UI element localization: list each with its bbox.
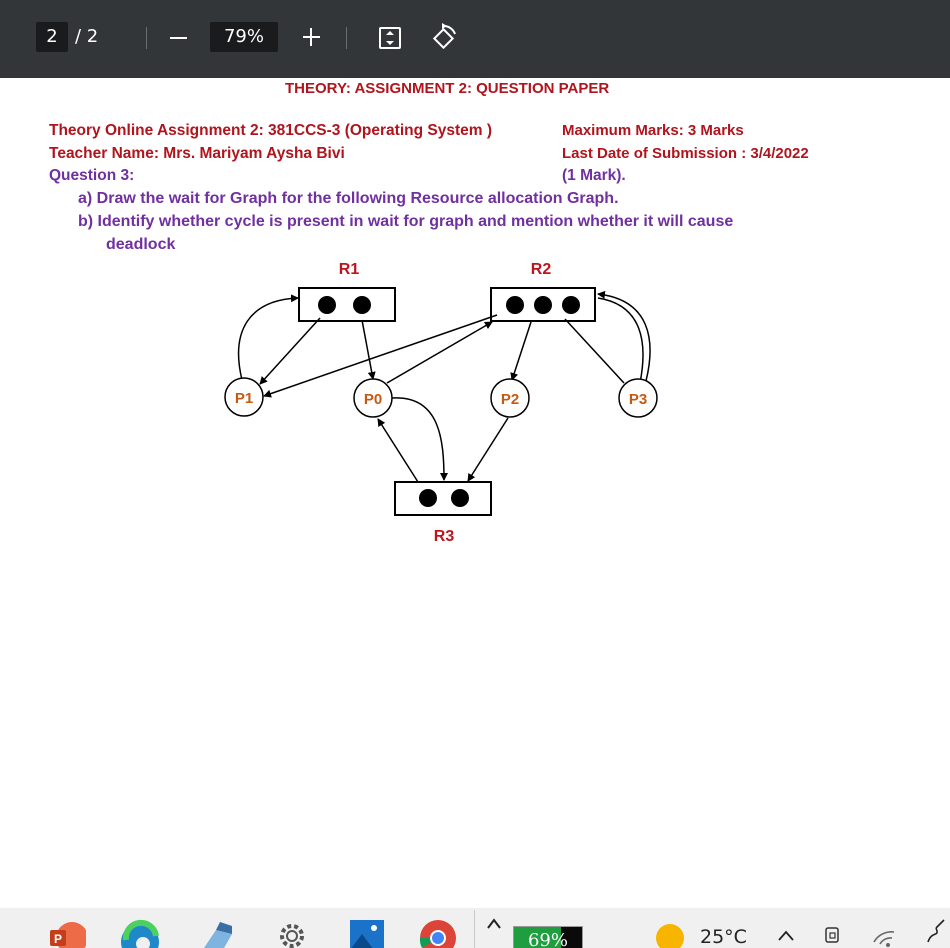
question-item-a: a) Draw the wait for Graph for the follo… bbox=[78, 190, 619, 207]
process-label-p2: P2 bbox=[501, 391, 519, 408]
edge-r3-to-p0 bbox=[377, 418, 419, 483]
svg-text:P: P bbox=[54, 932, 62, 946]
submission-date: Last Date of Submission : 3/4/2022 bbox=[562, 145, 809, 162]
process-p0: P0 bbox=[353, 378, 393, 418]
edge-p2-to-r3 bbox=[467, 417, 509, 482]
teacher-name: Teacher Name: Mrs. Mariyam Aysha Bivi bbox=[49, 145, 345, 162]
process-p2: P2 bbox=[490, 378, 530, 418]
toolbar-divider bbox=[146, 27, 147, 49]
pdf-toolbar: 2 / 2 79% bbox=[0, 0, 950, 78]
windows-taskbar: P 69% 25°C bbox=[0, 908, 950, 948]
process-label-p0: P0 bbox=[364, 391, 382, 408]
edge-r2-to-p3 bbox=[564, 318, 625, 384]
zoom-in-button[interactable] bbox=[298, 24, 326, 50]
taskbar-divider bbox=[474, 910, 475, 948]
wifi-icon[interactable] bbox=[870, 908, 900, 948]
page-number-input[interactable]: 2 bbox=[36, 22, 68, 52]
question-marks: (1 Mark). bbox=[562, 167, 626, 184]
resource-label-r2: R2 bbox=[531, 261, 552, 278]
edge-r1-to-p0 bbox=[361, 319, 376, 380]
battery-indicator[interactable]: 69% bbox=[513, 926, 583, 948]
chevron-up-icon[interactable] bbox=[484, 908, 504, 948]
max-marks: Maximum Marks: 3 Marks bbox=[562, 122, 744, 139]
zoom-out-button[interactable] bbox=[165, 25, 193, 49]
resource-r3 bbox=[394, 481, 492, 516]
camera-icon[interactable] bbox=[822, 908, 846, 948]
resource-r1 bbox=[298, 287, 396, 322]
notepad-icon[interactable] bbox=[196, 908, 236, 948]
photos-icon[interactable] bbox=[348, 908, 388, 948]
process-label-p1: P1 bbox=[235, 390, 253, 407]
edge-r1-to-p1 bbox=[259, 317, 321, 385]
toolbar-divider bbox=[346, 27, 347, 49]
powerpoint-icon[interactable]: P bbox=[44, 908, 88, 948]
rotate-icon[interactable] bbox=[428, 23, 460, 53]
resource-r2 bbox=[490, 287, 596, 322]
question-item-b: b) Identify whether cycle is present in … bbox=[78, 213, 734, 230]
resource-label-r1: R1 bbox=[339, 261, 360, 278]
process-p1: P1 bbox=[224, 377, 264, 417]
chrome-icon[interactable] bbox=[418, 908, 458, 948]
resource-allocation-graph: R1 R2 R3 P1 P0 P2 P3 bbox=[224, 261, 658, 545]
course-line: Theory Online Assignment 2: 381CCS-3 (Op… bbox=[49, 122, 492, 139]
page-total-label: / 2 bbox=[75, 26, 99, 47]
fit-to-page-icon[interactable] bbox=[376, 25, 404, 51]
edge-p0-to-r3 bbox=[391, 397, 448, 481]
process-label-p3: P3 bbox=[629, 391, 647, 408]
weather-sun-icon[interactable] bbox=[652, 908, 688, 948]
pen-icon[interactable] bbox=[922, 908, 950, 948]
edge-p0-to-r2 bbox=[386, 321, 493, 384]
battery-percent: 69% bbox=[527, 930, 568, 948]
edge-r2-to-p2 bbox=[510, 321, 532, 381]
zoom-level-input[interactable]: 79% bbox=[210, 22, 278, 52]
caret-up-icon[interactable] bbox=[776, 908, 796, 948]
question-item-b-continued: deadlock bbox=[106, 236, 176, 253]
edge-icon[interactable] bbox=[118, 908, 162, 948]
document-title: THEORY: ASSIGNMENT 2: QUESTION PAPER bbox=[285, 80, 610, 97]
question-heading: Question 3: bbox=[49, 167, 135, 184]
weather-temperature[interactable]: 25°C bbox=[700, 926, 747, 948]
process-p3: P3 bbox=[618, 378, 658, 418]
settings-gear-icon[interactable] bbox=[272, 908, 312, 948]
resource-label-r3: R3 bbox=[434, 528, 455, 545]
edge-p1-to-r1 bbox=[237, 294, 299, 381]
graph-edges bbox=[237, 290, 651, 483]
